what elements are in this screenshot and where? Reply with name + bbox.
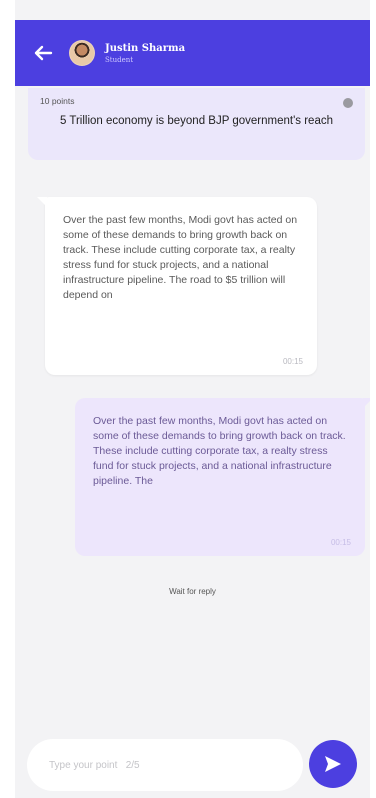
user-info: Justin Sharma Student — [105, 43, 185, 64]
chat-screen: Justin Sharma Student 10 points 5 Trilli… — [15, 0, 370, 798]
topic-title: 5 Trillion economy is beyond BJP governm… — [59, 115, 333, 127]
avatar[interactable] — [69, 40, 95, 66]
chat-header: Justin Sharma Student — [15, 20, 370, 86]
info-icon[interactable] — [343, 98, 353, 108]
user-name: Justin Sharma — [105, 42, 186, 54]
user-role: Student — [105, 55, 134, 64]
wait-for-reply-status: Wait for reply — [169, 587, 216, 596]
send-icon — [325, 756, 341, 772]
outgoing-message: Over the past few months, Modi govt has … — [75, 398, 370, 556]
message-text: Over the past few months, Modi govt has … — [93, 415, 346, 487]
arrow-left-icon — [34, 45, 53, 61]
message-time: 00:15 — [282, 357, 303, 366]
point-input[interactable] — [49, 759, 249, 771]
incoming-message: Over the past few months, Modi govt has … — [37, 197, 317, 375]
back-button[interactable] — [23, 33, 63, 73]
topic-card: 10 points 5 Trillion economy is beyond B… — [28, 88, 365, 160]
topic-points: 10 points — [40, 96, 75, 106]
message-time: 00:15 — [330, 538, 351, 547]
message-text: Over the past few months, Modi govt has … — [63, 214, 298, 301]
composer — [27, 739, 303, 791]
send-button[interactable] — [309, 740, 357, 788]
